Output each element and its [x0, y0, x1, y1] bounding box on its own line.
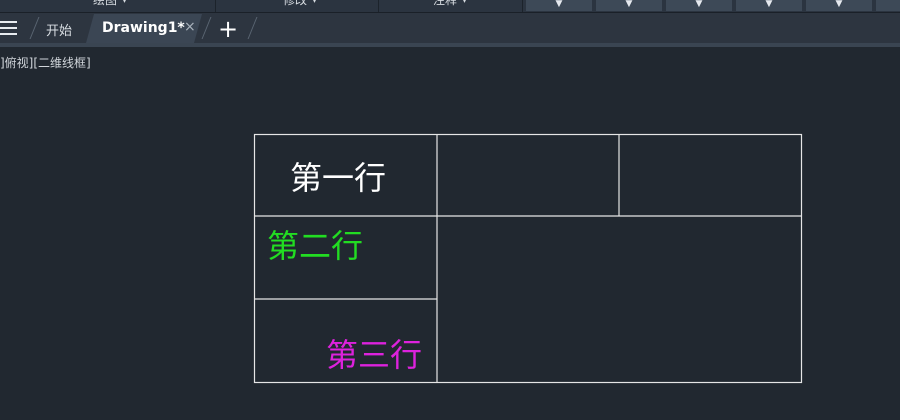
table-cell-row2: 第二行	[267, 227, 363, 265]
table-cell-row3: 第三行	[326, 336, 422, 374]
drawing-canvas[interactable]: 第一行 第二行 第三行	[0, 0, 900, 420]
table-cell-row1: 第一行	[290, 159, 386, 197]
